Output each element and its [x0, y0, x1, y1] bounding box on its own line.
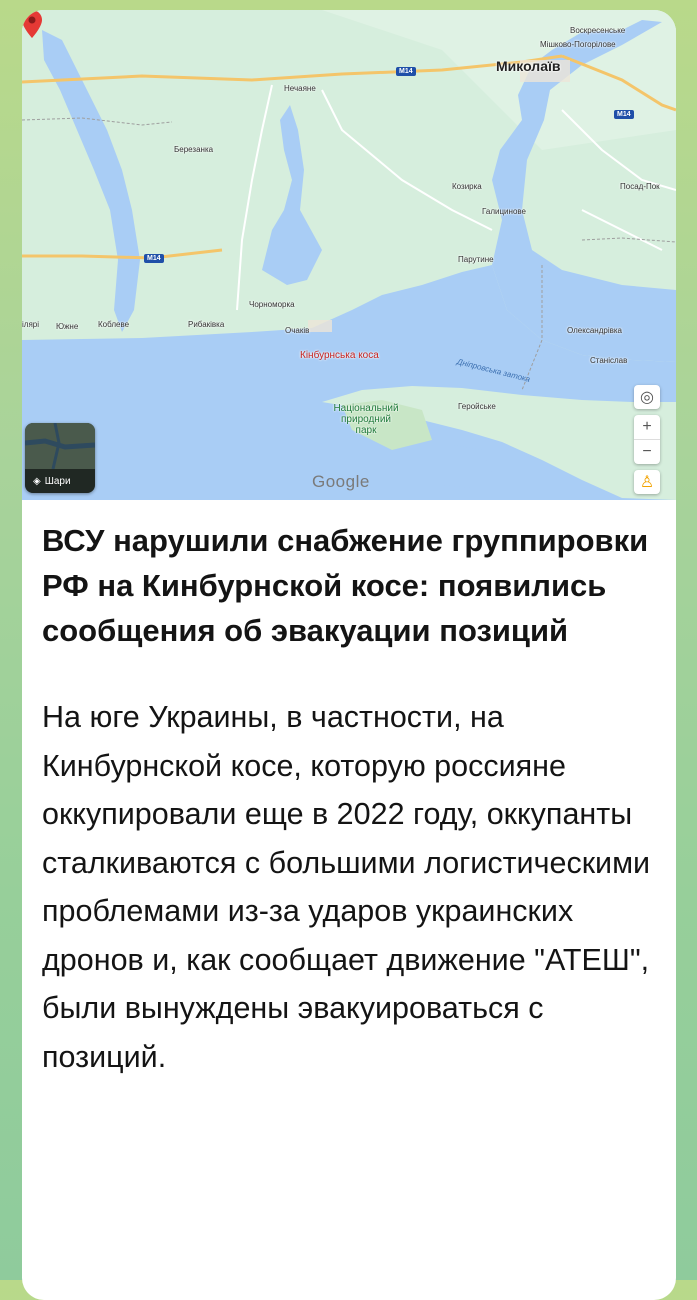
map-marker-icon[interactable]: [22, 10, 42, 38]
zoom-control: + −: [634, 415, 660, 464]
article-headline: ВСУ нарушили снабжение группировки РФ на…: [42, 523, 649, 648]
map-label-heroiske: Геройське: [458, 402, 496, 411]
map-label-parutyne: Парутине: [458, 255, 494, 264]
pegman-icon[interactable]: ♙: [634, 470, 660, 494]
article-text: ВСУ нарушили снабжение группировки РФ на…: [42, 518, 662, 1081]
map-label-rybakivka: Рибаківка: [188, 320, 225, 329]
map-label-kozyrka: Козирка: [452, 182, 482, 191]
article-body: На юге Украины, в частности, на Кинбурнс…: [42, 700, 651, 1074]
road-shield: M14: [614, 110, 634, 119]
map-label-park: Національний природний парк: [333, 403, 399, 436]
map-marker-label: Кінбурнська коса: [300, 350, 379, 361]
satellite-thumbnail: [25, 423, 95, 469]
layers-icon: ◈: [33, 475, 41, 487]
map-label-lari: ілярі: [22, 320, 40, 329]
map-label-ochakiv: Очаків: [285, 326, 310, 335]
map-label-chornomorka: Чорноморка: [249, 300, 295, 309]
google-attribution: Google: [312, 472, 370, 491]
map-label-voskresenske: Воскресенське: [570, 26, 626, 35]
message-bubble: Воскресенське Мішково-Погорілове Миколаї…: [22, 10, 676, 1300]
layers-label: Шари: [44, 475, 71, 487]
map-label-halytsynove: Галицинове: [482, 207, 526, 216]
road-shield: M14: [144, 254, 164, 263]
layers-button[interactable]: ◈ Шари: [25, 423, 95, 493]
map-label-berezanka: Березанка: [174, 145, 214, 154]
map-preview[interactable]: Воскресенське Мішково-Погорілове Миколаї…: [22, 10, 676, 500]
map-label-koblevo: Коблеве: [98, 320, 130, 329]
map-label-oleksandrivka: Олександрівка: [567, 326, 622, 335]
map-label-yuzhne: Южне: [56, 322, 79, 331]
my-location-icon[interactable]: ◎: [634, 385, 660, 409]
zoom-in-button[interactable]: +: [634, 415, 660, 439]
map-label-mishkovo: Мішково-Погорілове: [540, 40, 616, 49]
map-label-mykolaiv: Миколаїв: [496, 58, 561, 74]
map-label-posad-pok: Посад-Пок: [620, 182, 660, 191]
map-label-nechaiane: Нечаяне: [284, 84, 316, 93]
road-shield: M14: [396, 67, 416, 76]
zoom-out-button[interactable]: −: [634, 439, 660, 464]
map-controls: ◎ + − ♙: [634, 385, 662, 500]
map-label-stanislav: Станіслав: [590, 356, 628, 365]
